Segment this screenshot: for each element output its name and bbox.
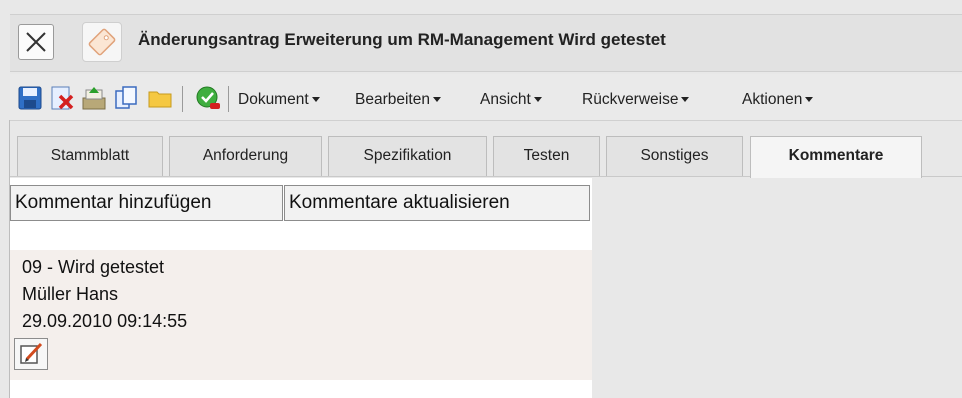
tag-icon — [82, 22, 122, 62]
edit-comment-button[interactable] — [14, 338, 48, 370]
menu-aktionen-label: Aktionen — [742, 91, 803, 108]
edit-icon — [20, 342, 43, 364]
delete-icon[interactable] — [48, 84, 76, 112]
menu-rueckverweise[interactable]: Rückverweise — [582, 91, 690, 109]
tab-sonstiges[interactable]: Sonstiges — [606, 136, 743, 176]
tab-kommentare[interactable]: Kommentare — [750, 136, 922, 178]
comments-bottom-area — [10, 380, 592, 398]
menu-rueckverweise-label: Rückverweise — [582, 91, 679, 108]
comment-status: 09 - Wird getestet — [22, 257, 165, 277]
tab-testen[interactable]: Testen — [493, 136, 600, 176]
add-comment-button[interactable]: Kommentar hinzufügen — [10, 185, 283, 221]
window-title: Änderungsantrag Erweiterung um RM-Manage… — [138, 30, 666, 49]
toolbar-separator — [228, 86, 229, 112]
approve-icon[interactable] — [194, 84, 222, 112]
toolbar-separator — [182, 86, 183, 112]
comment-entry: 09 - Wird getestet Müller Hans 29.09.201… — [10, 250, 592, 380]
menu-aktionen[interactable]: Aktionen — [742, 91, 814, 109]
refresh-comments-button[interactable]: Kommentare aktualisieren — [284, 185, 590, 221]
close-button[interactable] — [18, 24, 54, 60]
menu-dokument[interactable]: Dokument — [238, 91, 320, 109]
menu-bearbeiten-label: Bearbeiten — [355, 91, 430, 108]
menu-ansicht[interactable]: Ansicht — [480, 91, 542, 109]
folder-icon[interactable] — [146, 84, 174, 112]
comment-timestamp: 29.09.2010 09:14:55 — [22, 311, 188, 331]
export-icon[interactable] — [80, 84, 108, 112]
menu-dokument-label: Dokument — [238, 91, 309, 108]
menu-ansicht-label: Ansicht — [480, 91, 531, 108]
app-window: Änderungsantrag Erweiterung um RM-Manage… — [0, 0, 962, 398]
chevron-down-icon — [432, 97, 441, 103]
save-icon[interactable] — [16, 84, 44, 112]
close-icon — [26, 32, 46, 52]
comment-author: Müller Hans — [22, 284, 119, 304]
chevron-down-icon — [681, 97, 690, 103]
tab-spezifikation[interactable]: Spezifikation — [328, 136, 487, 176]
chevron-down-icon — [311, 97, 320, 103]
tab-stammblatt[interactable]: Stammblatt — [17, 136, 163, 176]
chevron-down-icon — [533, 97, 542, 103]
chevron-down-icon — [805, 97, 814, 103]
menu-bearbeiten[interactable]: Bearbeiten — [355, 91, 441, 109]
copy-icon[interactable] — [112, 84, 140, 112]
tab-anforderung[interactable]: Anforderung — [169, 136, 322, 176]
